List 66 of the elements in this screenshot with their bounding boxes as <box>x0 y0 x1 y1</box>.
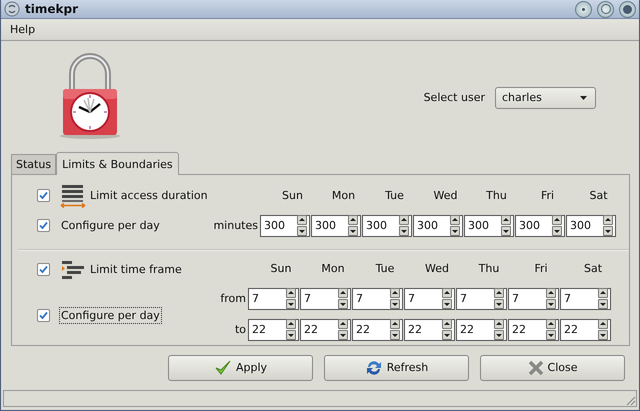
day-header: Fri <box>533 262 549 276</box>
day-header: Sun <box>281 189 304 202</box>
number-spinner[interactable]: 300 <box>464 214 514 237</box>
number-spinner[interactable]: 22 <box>560 318 611 341</box>
number-spinner[interactable]: 22 <box>456 318 507 341</box>
day-header: Tue <box>374 262 396 276</box>
app-logo-icon <box>4 1 20 18</box>
day-header: Fri <box>540 189 556 202</box>
tab[interactable]: Limits & Boundaries <box>56 152 179 175</box>
number-spinner[interactable]: 300 <box>413 214 463 237</box>
day-header: Sat <box>582 262 604 276</box>
number-spinner[interactable]: 7 <box>456 288 507 310</box>
checkbox-label: Configure per day <box>59 307 162 324</box>
day-header: Thu <box>478 262 500 276</box>
checkbox[interactable] <box>37 309 50 322</box>
checkbox-label: Limit access duration <box>89 188 209 204</box>
close-button[interactable] <box>619 0 636 18</box>
select-user-label: Select user <box>424 91 485 104</box>
number-spinner[interactable]: 22 <box>404 318 455 341</box>
tab[interactable]: Status <box>11 154 56 174</box>
row-label: to <box>234 323 247 336</box>
user-dropdown[interactable]: charles <box>495 86 596 109</box>
number-spinner[interactable]: 22 <box>352 318 403 341</box>
number-spinner[interactable]: 7 <box>560 288 611 310</box>
number-spinner[interactable]: 7 <box>404 288 455 310</box>
day-header: Thu <box>485 189 508 202</box>
day-header: Sun <box>270 262 292 276</box>
number-spinner[interactable]: 300 <box>362 214 412 237</box>
maximize-button[interactable] <box>597 0 614 18</box>
day-header: Wed <box>424 262 450 276</box>
number-spinner[interactable]: 7 <box>248 288 299 310</box>
close-icon <box>528 360 544 376</box>
checkbox[interactable] <box>37 189 50 202</box>
number-spinner[interactable]: 300 <box>311 214 361 237</box>
day-header: Mon <box>320 262 346 276</box>
window-title: timekpr <box>25 2 78 16</box>
number-spinner[interactable]: 22 <box>300 318 351 341</box>
number-spinner[interactable]: 7 <box>508 288 559 310</box>
number-spinner[interactable]: 7 <box>300 288 351 310</box>
refresh-icon <box>364 358 383 377</box>
day-header: Mon <box>330 189 356 202</box>
minimize-button[interactable] <box>575 0 592 18</box>
action-button[interactable]: Close <box>480 354 625 381</box>
row-label: from <box>219 292 247 306</box>
number-spinner[interactable]: 22 <box>508 318 559 341</box>
action-button[interactable]: Refresh <box>324 354 469 381</box>
number-spinner[interactable]: 300 <box>515 214 565 237</box>
day-header: Wed <box>432 189 458 202</box>
day-header: Sat <box>588 189 609 202</box>
checkbox-label: Limit time frame <box>89 262 183 278</box>
caret-icon <box>580 96 587 100</box>
number-spinner[interactable]: 300 <box>566 214 616 237</box>
row-label: minutes <box>212 219 259 232</box>
check-icon <box>214 358 232 377</box>
resize-grip[interactable] <box>624 394 636 406</box>
bars-arrow-icon <box>59 184 87 208</box>
action-button[interactable]: Apply <box>168 354 313 381</box>
number-spinner[interactable]: 22 <box>248 318 299 341</box>
day-header: Tue <box>384 189 405 202</box>
indented-list-icon <box>59 260 87 279</box>
number-spinner[interactable]: 7 <box>352 288 403 310</box>
checkbox[interactable] <box>37 263 50 276</box>
checkbox-label: Configure per day <box>60 218 161 234</box>
number-spinner[interactable]: 300 <box>260 214 310 237</box>
menu-item[interactable]: Help <box>6 22 40 36</box>
checkbox[interactable] <box>37 219 50 232</box>
